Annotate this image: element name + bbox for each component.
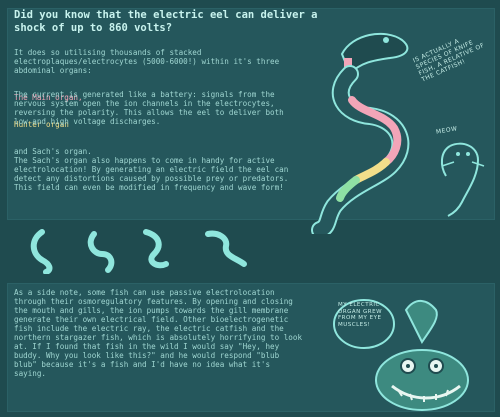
electrolocation-paragraph: The Sach's organ also happens to come in…: [14, 156, 289, 192]
eel-silhouette-row: [30, 229, 247, 274]
battery-paragraph: The current is generated like a battery:…: [14, 90, 284, 126]
mini-eel-3: [143, 229, 169, 269]
mini-eel-4: [205, 230, 247, 267]
stargazer-annotation: MY ELECTRIC ORGAN GREW FROM MY EYE MUSCL…: [338, 302, 383, 328]
intro-text: It does so utilising thousands of stacke…: [14, 48, 280, 75]
electric-eel-illustration: [311, 32, 410, 234]
eel-eye: [383, 37, 389, 43]
side-note-paragraph: As a side note, some fish can use passiv…: [14, 288, 303, 378]
catfish-illustration: [440, 142, 485, 217]
mini-eel-2: [87, 231, 115, 273]
sach-organ-label: and Sach's organ.: [14, 147, 92, 156]
mini-eel-1: [30, 229, 53, 274]
